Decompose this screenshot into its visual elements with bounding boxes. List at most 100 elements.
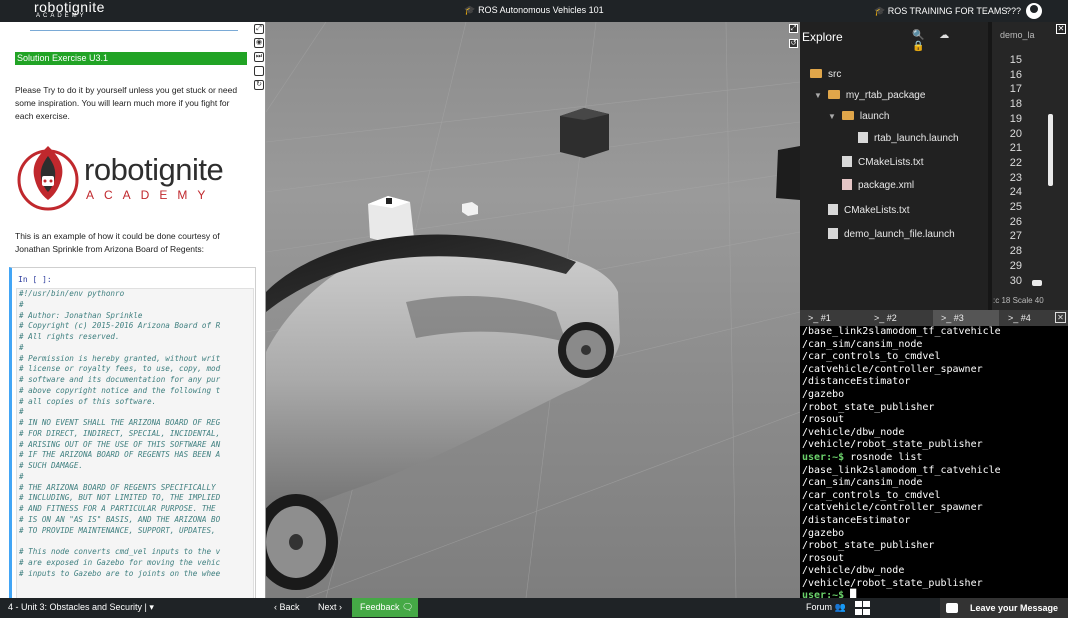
users-icon: 👥 — [832, 602, 846, 612]
caret-down-icon[interactable]: ▼ — [814, 89, 822, 103]
leave-message-button[interactable]: Leave your Message — [940, 598, 1068, 618]
intro-text: Please Try to do it by yourself unless y… — [15, 85, 238, 121]
file-icon — [842, 179, 852, 190]
skip-icon[interactable]: ⏭ — [254, 52, 264, 62]
tree-item[interactable]: rtab_launch.launch — [858, 132, 959, 146]
back-label: Back — [279, 602, 300, 612]
ros-training-label: ROS TRAINING FOR TEAMS — [887, 6, 1008, 16]
next-label: Next — [318, 602, 337, 612]
code-line: # — [19, 299, 24, 309]
terminal-text: rosnode list — [844, 451, 923, 463]
terminal-tab-2[interactable]: >_ #2 — [866, 310, 932, 326]
terminal-line: /vehicle/robot_state_publisher — [800, 439, 1068, 452]
user-avatar-icon[interactable] — [1026, 3, 1042, 19]
forum-link[interactable]: Forum 👥 — [806, 602, 846, 613]
code-line: # INCLUDING, BUT NOT LIMITED TO, THE IMP… — [19, 493, 221, 503]
tree-item[interactable]: src — [810, 68, 841, 82]
code-line: # Author: Jonathan Sprinkle — [19, 310, 143, 320]
lock-icon[interactable]: 🔒 — [912, 41, 924, 52]
code-line: # license or royalty fees, to use, copy,… — [19, 364, 221, 374]
terminal-line: /distanceEstimator — [800, 376, 1068, 389]
eye-off-icon[interactable]: ◉ — [254, 38, 264, 48]
tree-item[interactable]: CMakeLists.txt — [842, 156, 924, 170]
stop-icon[interactable] — [254, 66, 264, 76]
file-explorer: Explore 🔍 ☁ 🔒 src ▼ my_rtab_package ▼ launch… — [800, 22, 988, 310]
back-button[interactable]: ‹ Back — [274, 602, 300, 612]
terminal-text: /base_link2slamodom_tf_catvehicle — [802, 464, 1001, 476]
code-line: # are exposed in Gazebo for moving the v… — [19, 557, 221, 567]
next-button[interactable]: Next › — [318, 602, 342, 612]
cloud-icon[interactable]: ☁ — [939, 30, 949, 41]
code-editor-panel[interactable]: demo_la ✕ 15 16 17 18 19 20 21 22 23 24 25 26 27 28 29… — [992, 22, 1068, 310]
tree-item-label: rtab_launch.launch — [874, 133, 959, 144]
notebook-toolbar: ⤢ ◉ ⏭ ↻ — [253, 22, 265, 102]
chevron-right-icon: › — [336, 602, 343, 612]
close-icon[interactable]: ✕ — [1056, 24, 1066, 34]
terminal-text: /vehicle/dbw_node — [802, 426, 905, 438]
line-number: 15 — [1009, 54, 1022, 66]
code-line: # Permission is hereby granted, without … — [19, 353, 221, 363]
tree-item[interactable]: ▼ launch — [828, 110, 889, 124]
terminal-line: /rosout — [800, 414, 1068, 427]
unit-selector[interactable]: 4 - Unit 3: Obstacles and Security | ▾ — [8, 602, 154, 613]
terminal-tab-1[interactable]: >_ #1 — [800, 310, 866, 326]
ros-training-link[interactable]: 🎓 ROS TRAINING FOR TEAMS — [874, 6, 1007, 17]
terminal-line: /robot_state_publisher — [800, 402, 1068, 415]
explorer-toolbar: 🔍 ☁ 🔒 — [912, 30, 988, 52]
code-line: # THE ARIZONA BOARD OF REGENTS SPECIFICA… — [19, 482, 216, 492]
tree-item[interactable]: package.xml — [842, 179, 914, 193]
code-line: # AND FITNESS FOR A PARTICULAR PURPOSE. … — [19, 504, 216, 513]
editor-tab[interactable]: demo_la — [1000, 30, 1035, 40]
grid-icon[interactable] — [855, 601, 870, 615]
terminal-line: /base_link2slamodom_tf_catvehicle — [800, 326, 1068, 339]
code-line: # IN NO EVENT SHALL THE ARIZONA BOARD OF… — [19, 418, 221, 427]
feedback-button[interactable]: Feedback 🗨 — [352, 598, 418, 617]
reset-icon[interactable]: ↺ — [789, 39, 798, 48]
notebook-panel: Solution Exercise U3.1 Please Try to do … — [0, 22, 266, 598]
code-cell[interactable]: In [ ]: #!/usr/bin/env pythonro # # Author… — [9, 267, 256, 598]
robot-head-icon — [17, 146, 79, 211]
chat-icon: 🗨 — [399, 602, 414, 612]
graduation-cap-icon: 🎓 — [464, 5, 479, 15]
gazebo-simulation-view[interactable]: ⤢ ↺ — [266, 22, 800, 598]
folder-icon — [810, 69, 822, 78]
code-line: # All rights reserved. — [19, 332, 120, 341]
graduation-cap-icon: 🎓 — [874, 6, 888, 16]
terminal-line: /robot_state_publisher — [800, 540, 1068, 553]
close-icon[interactable]: ✕ — [1055, 312, 1066, 323]
code-editor[interactable]: #!/usr/bin/env pythonro # # Author: Jonath… — [16, 288, 254, 598]
tree-item[interactable]: demo_launch_file.launch — [828, 228, 955, 242]
forum-label: Forum — [806, 602, 833, 612]
caret-down-icon: ▾ — [149, 602, 154, 612]
code-line: # inputs to Gazebo are to joints on the … — [19, 568, 221, 578]
code-line: # FOR DIRECT, INDIRECT, SPECIAL, INCIDEN… — [19, 428, 221, 438]
terminal-line: /vehicle/dbw_node — [800, 565, 1068, 578]
simulation-scene — [266, 22, 800, 598]
terminal-text: /robot_state_publisher — [802, 540, 935, 552]
line-number: 20 — [1009, 127, 1022, 140]
search-icon[interactable]: 🔍 — [912, 30, 924, 41]
line-numbers: 15 16 17 18 19 20 21 22 23 24 25 26 27 28 29 30 — [1004, 53, 1022, 288]
caret-down-icon[interactable]: ▼ — [828, 110, 836, 124]
tree-item-label: demo_launch_file.launch — [844, 229, 955, 240]
terminal-tab-4[interactable]: >_ #4 — [1000, 310, 1054, 326]
code-line: # Copyright (c) 2015-2016 Arizona Board … — [19, 321, 221, 331]
fullscreen-icon[interactable]: ⤢ — [789, 24, 798, 33]
terminal-output[interactable]: /base_link2slamodom_tf_catvehicle/can_si… — [800, 326, 1068, 598]
code-line: # software and its documentation for any… — [19, 375, 221, 384]
tree-item[interactable]: ▼ my_rtab_package — [814, 89, 925, 103]
editor-horizontal-scrollbar[interactable] — [1032, 280, 1042, 286]
editor-scrollbar[interactable] — [1048, 114, 1053, 186]
code-line: # ARISING OUT OF THE USE OF THIS SOFTWAR… — [19, 439, 221, 449]
expand-icon[interactable]: ⤢ — [254, 24, 264, 34]
terminal-text: /distanceEstimator — [802, 376, 911, 388]
tree-item[interactable]: CMakeLists.txt — [828, 204, 910, 218]
line-number: 29 — [1009, 259, 1022, 272]
help-button[interactable]: ??? — [1006, 6, 1021, 16]
terminal-text: /vehicle/robot_state_publisher — [802, 439, 983, 451]
terminal-line: /can_sim/cansim_node — [800, 477, 1068, 490]
terminal-tab-3[interactable]: >_ #3 — [933, 310, 999, 326]
line-number: 16 — [1009, 68, 1022, 81]
refresh-icon[interactable]: ↻ — [254, 80, 264, 90]
bottom-bar: 4 - Unit 3: Obstacles and Security | ▾ ‹… — [0, 598, 1068, 618]
